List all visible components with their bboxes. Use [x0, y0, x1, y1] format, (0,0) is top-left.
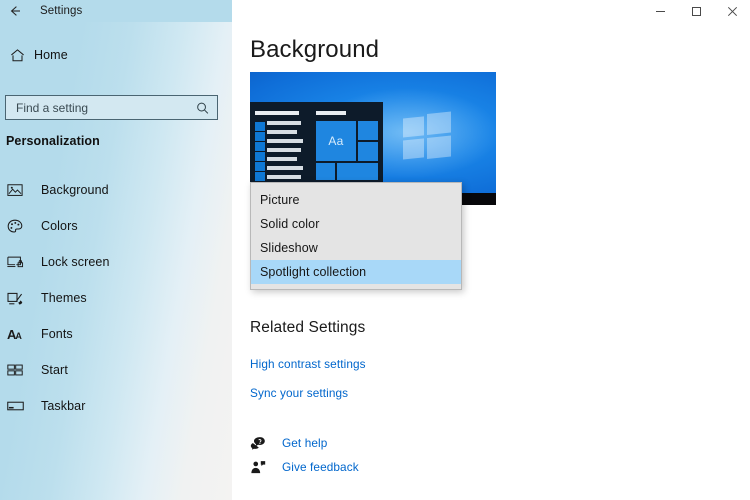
dropdown-option-label: Spotlight collection: [260, 265, 367, 279]
sidebar-item-home[interactable]: Home: [0, 42, 232, 68]
dropdown-option-spotlight-collection[interactable]: Spotlight collection: [251, 260, 461, 284]
sidebar-item-background[interactable]: Background: [0, 172, 232, 208]
sidebar-section-title: Personalization: [6, 134, 100, 148]
dropdown-option-slideshow[interactable]: Slideshow: [251, 236, 461, 260]
sidebar-item-start[interactable]: Start: [0, 352, 232, 388]
search-container: [5, 95, 218, 120]
sidebar-item-themes[interactable]: Themes: [0, 280, 232, 316]
sidebar-item-label: Fonts: [41, 327, 73, 341]
related-settings-title: Related Settings: [250, 319, 366, 336]
give-feedback-label: Give feedback: [282, 460, 359, 474]
window-title: Settings: [40, 5, 83, 17]
get-help-label: Get help: [282, 436, 328, 450]
get-help-row[interactable]: Get help: [250, 434, 327, 452]
lock-screen-icon: [7, 255, 35, 269]
feedback-person-icon: [250, 460, 272, 474]
link-high-contrast-settings[interactable]: High contrast settings: [250, 357, 366, 371]
picture-icon: [7, 183, 35, 197]
dropdown-option-label: Slideshow: [260, 241, 318, 255]
tile-font-sample: Aa: [328, 134, 344, 148]
sidebar-item-label: Colors: [41, 219, 78, 233]
help-bubble-icon: [250, 436, 272, 450]
sidebar-item-taskbar[interactable]: Taskbar: [0, 388, 232, 424]
maximize-button[interactable]: [678, 0, 714, 22]
settings-window: Settings Home Find a setting Personaliza…: [0, 0, 750, 500]
back-button[interactable]: [0, 0, 30, 22]
dropdown-option-label: Solid color: [260, 217, 320, 231]
sidebar-item-label: Background: [41, 183, 109, 197]
title-bar-left: Settings: [0, 0, 232, 22]
palette-icon: [7, 219, 35, 234]
start-menu-app-list: [255, 111, 307, 193]
background-type-dropdown[interactable]: Picture Solid color Slideshow Spotlight …: [250, 182, 462, 290]
page-title: Background: [250, 36, 380, 63]
give-feedback-row[interactable]: Give feedback: [250, 458, 359, 476]
sidebar-item-lock-screen[interactable]: Lock screen: [0, 244, 232, 280]
home-label: Home: [34, 48, 68, 62]
close-button[interactable]: [714, 0, 750, 22]
dropdown-option-label: Picture: [260, 193, 300, 207]
taskbar-icon: [7, 400, 35, 412]
minimize-button[interactable]: [642, 0, 678, 22]
dropdown-option-picture[interactable]: Picture: [251, 188, 461, 212]
sidebar-item-label: Lock screen: [41, 255, 110, 269]
sidebar-item-label: Start: [41, 363, 68, 377]
main-content: Background Aa Picture Solid color Slides…: [232, 22, 750, 500]
title-bar: Settings: [0, 0, 750, 22]
windows-logo-icon: [403, 111, 451, 160]
sidebar-item-label: Themes: [41, 291, 87, 305]
search-input[interactable]: [6, 95, 193, 120]
home-icon: [0, 48, 34, 63]
sidebar-nav-list: Background Colors Lock screen Themes AA …: [0, 172, 232, 424]
brush-icon: [7, 291, 35, 306]
window-controls: [642, 0, 750, 22]
fonts-icon: AA: [7, 326, 22, 342]
search-icon[interactable]: [196, 101, 209, 114]
sidebar-item-label: Taskbar: [41, 399, 86, 413]
sidebar: Home Personalization: [0, 22, 232, 500]
search-box[interactable]: [5, 95, 218, 120]
sidebar-item-colors[interactable]: Colors: [0, 208, 232, 244]
start-icon: [7, 363, 35, 377]
sidebar-item-fonts[interactable]: AA Fonts: [0, 316, 232, 352]
dropdown-bottom-padding: [251, 284, 461, 289]
link-sync-your-settings[interactable]: Sync your settings: [250, 386, 348, 400]
dropdown-option-solid-color[interactable]: Solid color: [251, 212, 461, 236]
